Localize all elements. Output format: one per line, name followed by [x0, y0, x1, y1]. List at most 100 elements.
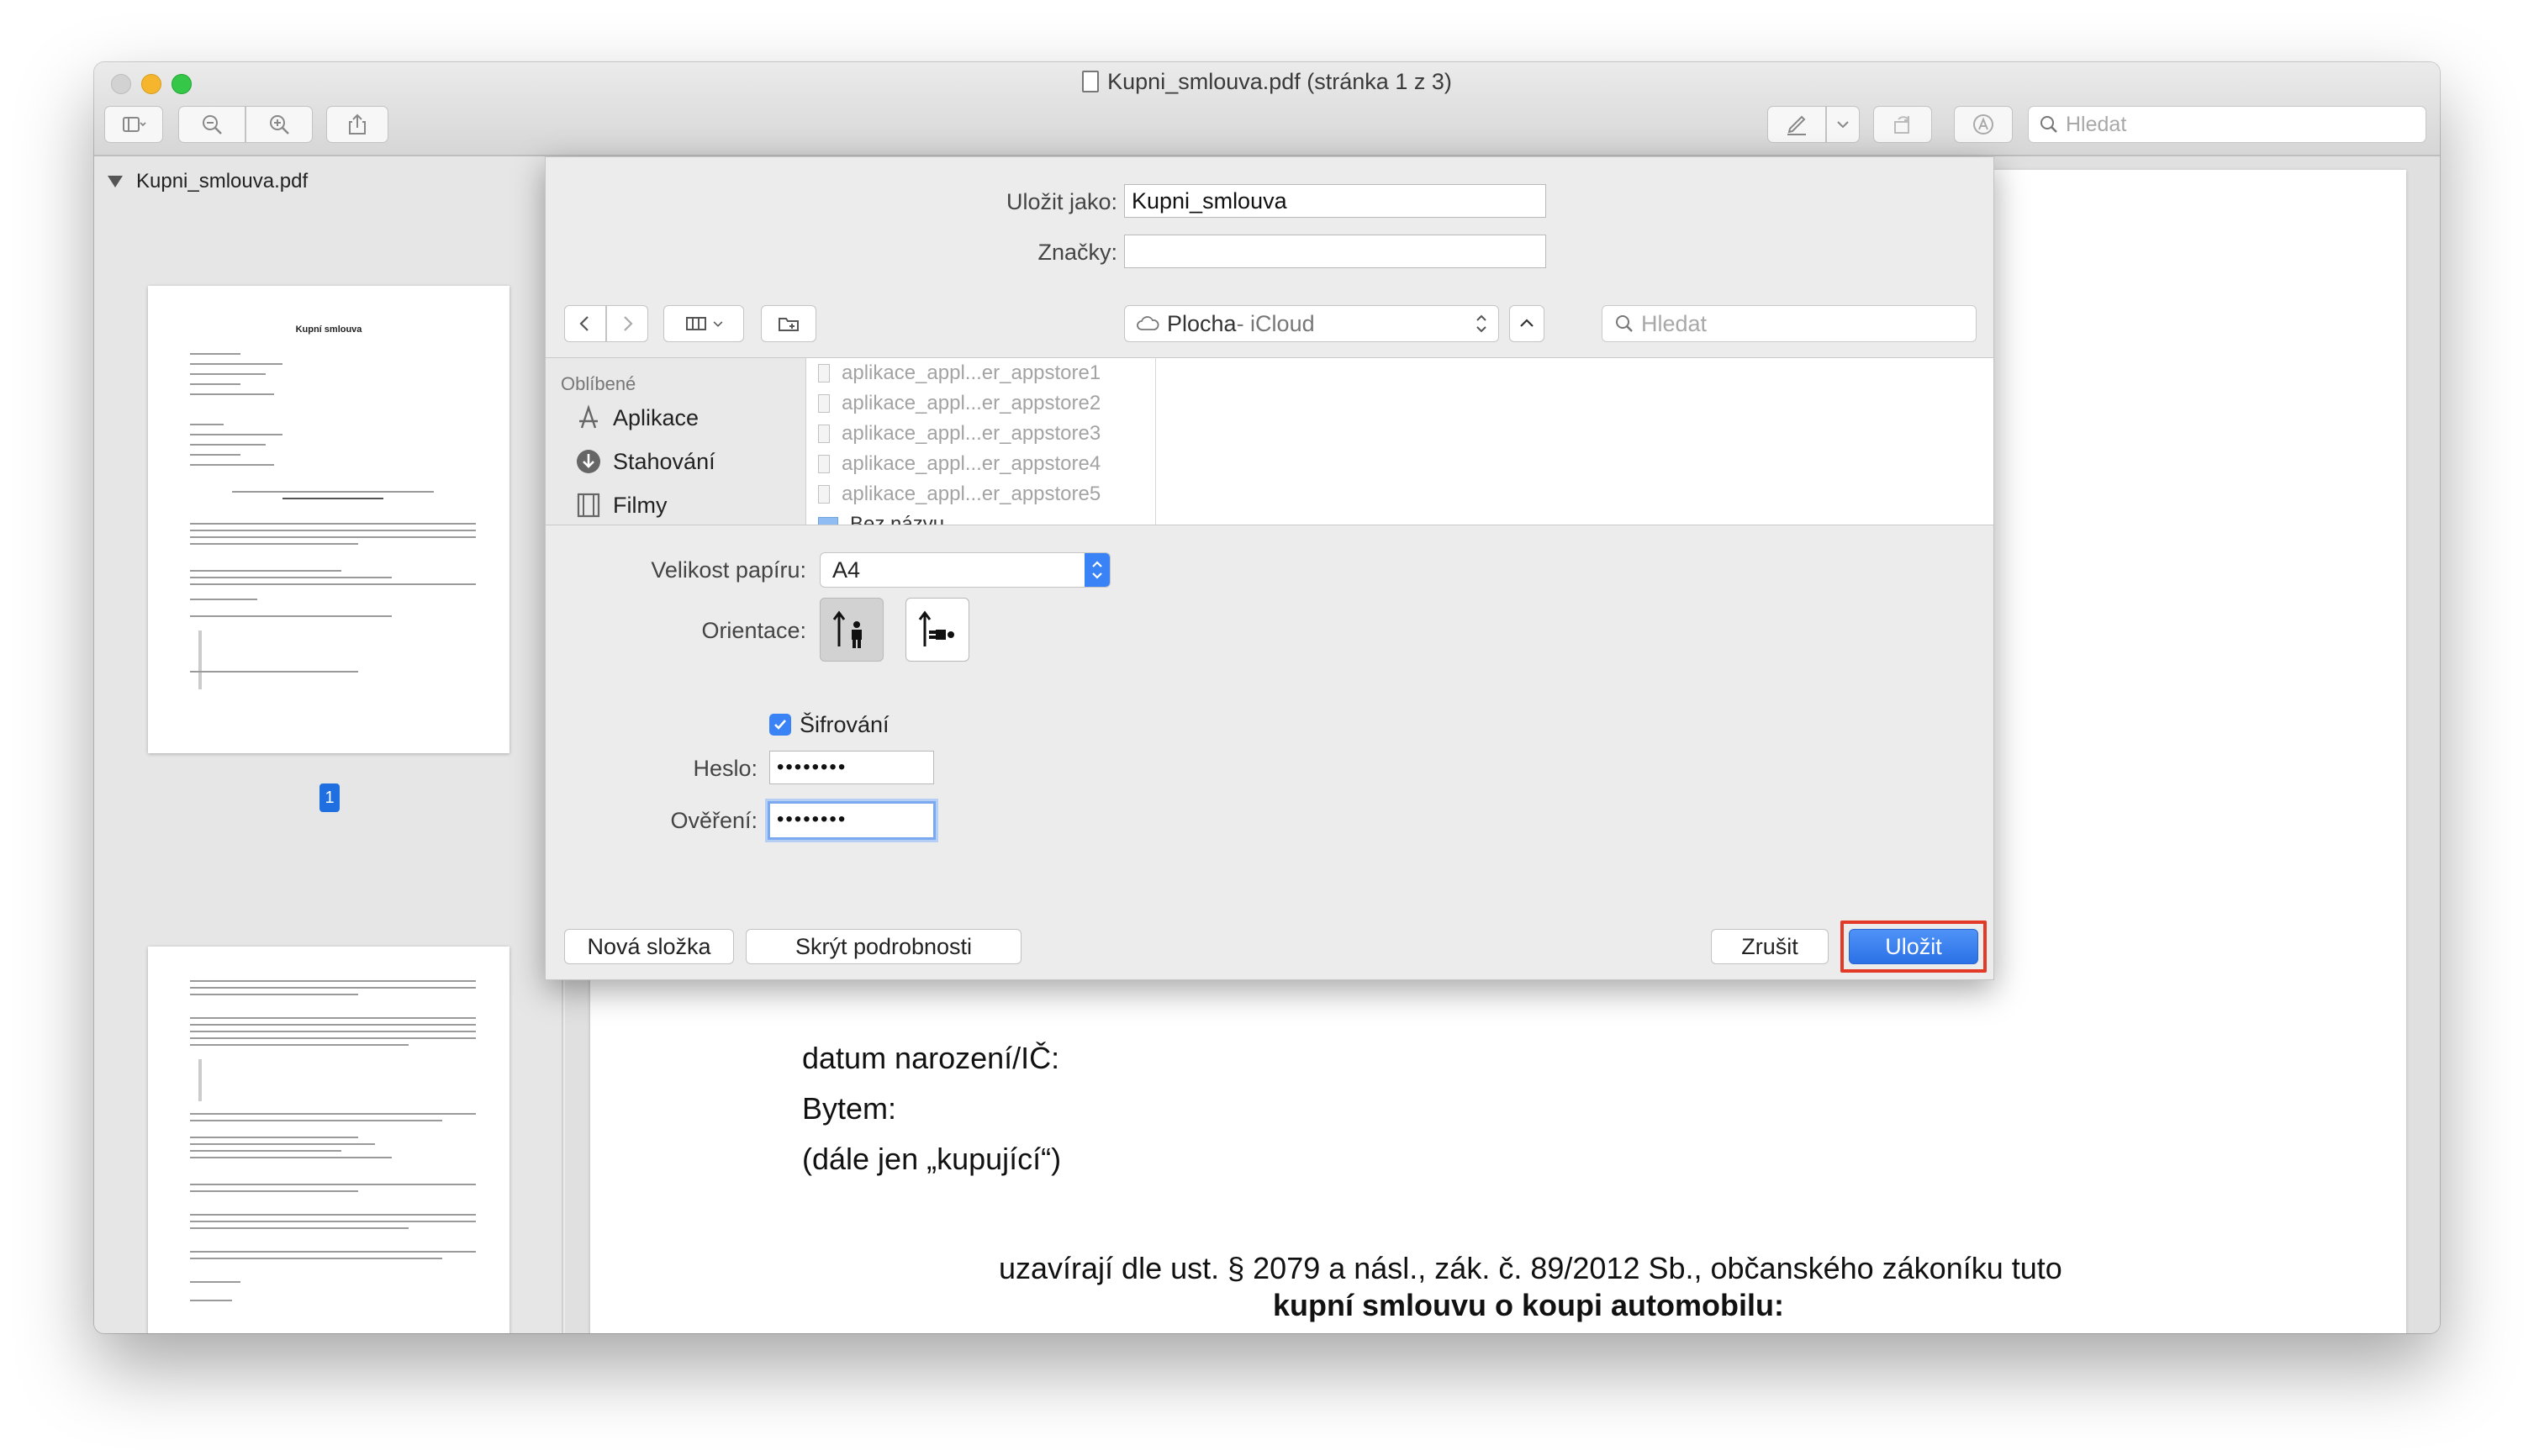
chevron-up-icon — [1520, 319, 1534, 327]
sidebar-document-header[interactable]: Kupni_smlouva.pdf — [108, 170, 308, 193]
portrait-orientation-button[interactable] — [820, 598, 884, 662]
file-icon — [818, 485, 830, 504]
location-popup[interactable]: Plocha - iCloud — [1124, 305, 1499, 342]
paper-size-value: A4 — [832, 557, 861, 583]
save-as-label: Uložit jako: — [1006, 189, 1117, 214]
checkmark-icon — [774, 720, 786, 730]
zoom-out-icon — [203, 115, 222, 135]
file-item[interactable]: aplikace_appl...er_appstore5 — [818, 483, 1101, 506]
sidebar-document-name: Kupni_smlouva.pdf — [136, 170, 309, 193]
encryption-label: Šifrování — [800, 712, 890, 737]
thumbnail-sidebar: Kupni_smlouva.pdf Kupní smlouva 1 — [94, 156, 563, 1333]
page-thumbnail-1[interactable]: Kupní smlouva — [148, 286, 509, 753]
toolbar-search-placeholder: Hledat — [2066, 112, 2127, 136]
cancel-button[interactable]: Zrušit — [1711, 929, 1829, 964]
encryption-checkbox[interactable] — [769, 714, 791, 736]
new-folder-icon — [779, 318, 799, 331]
sheet-search-placeholder: Hledat — [1641, 310, 1708, 336]
zoom-in-button[interactable] — [245, 106, 313, 143]
favorites-title: Oblíbené — [561, 373, 636, 394]
folder-icon — [818, 517, 838, 525]
pen-icon — [1787, 115, 1806, 135]
favorites-sidebar: Oblíbené Aplikace Stahování Filmy — [546, 358, 806, 525]
favorite-movies[interactable]: Filmy — [574, 491, 667, 520]
disclosure-triangle-icon[interactable] — [108, 176, 123, 187]
new-folder-button[interactable]: Nová složka — [564, 929, 734, 964]
search-icon — [1616, 315, 1633, 332]
updown-chevron-icon — [1476, 314, 1486, 333]
page-thumbnail-2[interactable] — [148, 947, 509, 1333]
orientation-label: Orientace: — [701, 618, 806, 643]
location-name: Plocha — [1167, 310, 1237, 336]
file-icon — [818, 425, 830, 443]
file-browser: Oblíbené Aplikace Stahování Filmy aplika… — [546, 357, 1993, 525]
chevron-left-icon — [579, 316, 589, 331]
pdf-line-bytem: Bytem: — [802, 1091, 897, 1126]
applications-icon — [579, 404, 598, 429]
cloud-icon — [1137, 316, 1159, 330]
forward-button[interactable] — [606, 305, 648, 342]
markup-icon — [1973, 114, 1993, 135]
markup-toolbar-button[interactable] — [1954, 106, 2013, 143]
verify-label: Ověření: — [670, 808, 758, 833]
file-item[interactable]: aplikace_appl...er_appstore3 — [818, 422, 1101, 446]
thumbnail-title: Kupní smlouva — [295, 324, 362, 335]
save-as-field[interactable]: Kupni_smlouva — [1124, 184, 1546, 218]
chevron-down-icon — [1837, 121, 1849, 129]
hide-details-button[interactable]: Skrýt podrobnosti — [746, 929, 1022, 964]
file-item[interactable]: aplikace_appl...er_appstore2 — [818, 392, 1101, 415]
favorite-applications[interactable]: Aplikace — [574, 404, 699, 432]
share-icon — [349, 113, 366, 135]
save-dialog-sheet: Uložit jako: Kupni_smlouva Značky: Ploch… — [545, 156, 1994, 980]
tags-label: Značky: — [1037, 240, 1117, 265]
chevron-right-icon — [624, 316, 633, 331]
pdf-line-birth: datum narození/IČ: — [802, 1041, 1060, 1075]
file-icon — [818, 455, 830, 473]
sheet-search-field[interactable]: Hledat — [1602, 305, 1977, 342]
chevron-down-icon — [713, 321, 723, 327]
zoom-in-icon — [270, 115, 289, 135]
rotate-button[interactable] — [1873, 106, 1932, 143]
landscape-orientation-icon — [918, 610, 954, 646]
window-title: Kupni_smlouva.pdf (stránka 1 z 3) — [94, 69, 2440, 95]
view-mode-button[interactable] — [663, 305, 744, 342]
markup-pen-button[interactable] — [1767, 106, 1826, 143]
file-item[interactable]: aplikace_appl...er_appstore1 — [818, 361, 1101, 385]
password-field[interactable]: •••••••• — [769, 751, 934, 784]
file-icon — [818, 394, 830, 413]
zoom-out-button[interactable] — [178, 106, 245, 143]
file-column: aplikace_appl...er_appstore1 aplikace_ap… — [806, 358, 1156, 525]
columns-view-icon — [686, 317, 706, 330]
back-button[interactable] — [564, 305, 606, 342]
sidebar-icon — [123, 117, 146, 132]
film-icon — [577, 493, 600, 518]
markup-menu-button[interactable] — [1826, 106, 1860, 143]
new-folder-icon-button[interactable] — [761, 305, 816, 342]
share-button[interactable] — [326, 106, 388, 143]
pdf-document-icon — [1082, 71, 1100, 92]
updown-chevron-icon — [1092, 561, 1102, 579]
verify-field[interactable]: •••••••• — [768, 801, 936, 840]
paper-size-popup[interactable]: A4 — [820, 552, 1111, 588]
titlebar: Kupni_smlouva.pdf (stránka 1 z 3) Hledat — [94, 62, 2440, 156]
save-button[interactable]: Uložit — [1849, 929, 1978, 964]
page-number-badge: 1 — [319, 783, 340, 812]
favorite-downloads[interactable]: Stahování — [574, 447, 715, 476]
tags-field[interactable] — [1124, 235, 1546, 268]
file-icon — [818, 364, 830, 382]
save-options-panel: Velikost papíru: A4 Orientace: Šifrování… — [546, 527, 1993, 914]
location-sub: - iCloud — [1236, 310, 1315, 336]
toolbar-search-field[interactable]: Hledat — [2028, 106, 2426, 143]
pdf-line-uzaviraji: uzavírají dle ust. § 2079 a násl., zák. … — [999, 1251, 2062, 1285]
rotate-icon — [1894, 116, 1909, 134]
file-item[interactable]: aplikace_appl...er_appstore4 — [818, 452, 1101, 476]
search-icon — [2040, 116, 2057, 133]
sidebar-toggle-button[interactable] — [104, 106, 163, 143]
landscape-orientation-button[interactable] — [905, 598, 969, 662]
folder-item[interactable]: Bez názvu — [818, 513, 944, 525]
pdf-line-dale: (dále jen „kupující“) — [802, 1142, 1062, 1176]
portrait-orientation-icon — [832, 610, 862, 648]
collapse-browser-button[interactable] — [1509, 305, 1544, 342]
sheet-footer: Nová složka Skrýt podrobnosti Zrušit Ulo… — [546, 912, 1993, 979]
preview-window: Kupni_smlouva.pdf (stránka 1 z 3) Hledat… — [94, 62, 2440, 1333]
